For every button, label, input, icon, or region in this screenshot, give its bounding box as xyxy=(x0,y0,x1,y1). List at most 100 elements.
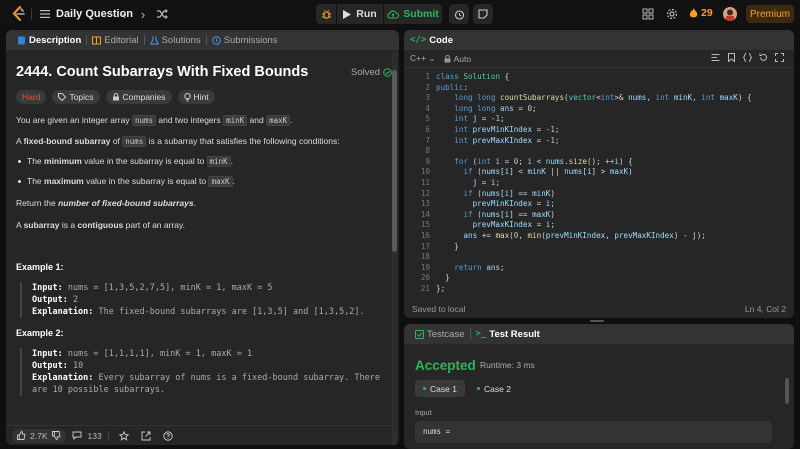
line-number: 7 xyxy=(425,135,430,145)
cloud-upload-icon xyxy=(387,9,400,19)
premium-button[interactable]: Premium xyxy=(746,5,794,23)
star-icon[interactable] xyxy=(118,430,129,441)
case-label: Case 1 xyxy=(430,383,457,394)
line-number: 17 xyxy=(420,241,430,251)
hint-chip[interactable]: Hint xyxy=(177,90,215,104)
code-line[interactable]: ans += max(0, min(prevMinKIndex, prevMax… xyxy=(436,231,705,242)
topics-chip[interactable]: Topics xyxy=(52,90,100,104)
user-avatar[interactable] xyxy=(723,7,737,21)
tab-code[interactable]: </> Code xyxy=(410,35,453,46)
play-icon xyxy=(343,9,352,19)
line-number: 10 xyxy=(420,167,430,177)
description-tabs: Description Editorial Solutions Submissi… xyxy=(6,30,399,50)
code-line[interactable]: if (nums[i] == minK) xyxy=(436,189,555,200)
tab-label: Testcase xyxy=(427,328,465,340)
line-number: 3 xyxy=(425,93,430,103)
submit-button[interactable]: Submit xyxy=(384,4,442,24)
divider xyxy=(31,8,32,20)
settings-gear-icon[interactable] xyxy=(666,8,678,20)
result-scrollbar[interactable] xyxy=(785,346,789,446)
notes-button[interactable] xyxy=(473,4,493,24)
thumbs-down-icon[interactable] xyxy=(51,431,61,440)
code-line[interactable]: if (nums[i] < minK || nums[i] > maxK) xyxy=(436,167,632,178)
code-line[interactable]: j = i; xyxy=(436,178,500,189)
tab-description[interactable]: Description xyxy=(12,30,86,50)
comment-count[interactable]: 133 xyxy=(88,431,102,441)
code-line[interactable]: prevMaxKIndex = i; xyxy=(436,220,555,231)
code-line[interactable]: class Solution { xyxy=(436,72,509,83)
statement-paragraph: A fixed-bound subarray of nums is a suba… xyxy=(16,136,340,147)
code-line[interactable]: int prevMaxKIndex = -1; xyxy=(436,136,559,147)
line-number: 8 xyxy=(425,146,430,156)
timer-button[interactable] xyxy=(449,4,469,24)
code-line[interactable]: int prevMinKIndex = -1; xyxy=(436,125,559,136)
scrollbar-thumb[interactable] xyxy=(785,378,789,404)
inline-code: nums xyxy=(122,136,147,147)
chip-label: Topics xyxy=(69,92,94,102)
debug-button[interactable] xyxy=(316,4,336,24)
cursor-position: Ln 4, Col 2 xyxy=(744,304,786,314)
solved-label: Solved xyxy=(351,67,381,78)
line-number: 21 xyxy=(420,284,430,293)
reset-icon[interactable] xyxy=(759,53,768,62)
code-line[interactable]: }; xyxy=(436,284,445,295)
daily-streak[interactable]: 29 xyxy=(689,7,713,19)
thumbs-up-icon[interactable] xyxy=(17,431,26,440)
example-block: Input: nums = [1,1,1,1], minK = 1, maxK … xyxy=(20,348,390,396)
code-editor[interactable]: 1 class Solution { 2 public: 3 long long cou… xyxy=(404,70,794,298)
fire-icon xyxy=(689,7,698,17)
leetcode-logo-icon[interactable] xyxy=(11,6,26,22)
tab-solutions[interactable]: Solutions xyxy=(145,30,206,50)
line-number: 1 xyxy=(425,72,430,81)
submit-label: Submit xyxy=(403,8,439,20)
panel-resize-handle[interactable] xyxy=(590,320,604,322)
tab-testcase[interactable]: Testcase xyxy=(410,324,470,344)
example-title: Example 2: xyxy=(16,328,64,338)
problem-title[interactable]: 2444. Count Subarrays With Fixed Bounds xyxy=(16,64,308,80)
code-line[interactable]: } xyxy=(436,273,450,284)
condition-item: The maximum value in the subarray is equ… xyxy=(18,176,235,187)
problem-list-icon[interactable] xyxy=(40,9,50,19)
statement-paragraph: Return the number of fixed-bound subarra… xyxy=(16,198,196,208)
code-line[interactable]: return ans; xyxy=(436,263,504,274)
layout-grid-icon[interactable] xyxy=(642,8,654,20)
description-scrollbar[interactable] xyxy=(392,52,397,445)
book-icon xyxy=(92,36,102,44)
pass-dot xyxy=(423,387,426,390)
code-line[interactable]: long long ans = 0; xyxy=(436,104,536,115)
scrollbar-thumb[interactable] xyxy=(392,70,397,252)
code-line[interactable]: } xyxy=(436,242,459,253)
tab-label: Solutions xyxy=(161,34,201,46)
alarm-clock-icon xyxy=(454,9,464,20)
comment-icon[interactable] xyxy=(72,431,82,440)
bookmark-icon[interactable] xyxy=(727,53,736,62)
braces-icon[interactable] xyxy=(743,53,752,62)
share-icon[interactable] xyxy=(141,431,151,441)
code-line[interactable]: public: xyxy=(436,83,468,94)
example-title: Example 1: xyxy=(16,262,64,272)
auto-mode-toggle[interactable]: Auto xyxy=(444,54,471,64)
language-select[interactable]: C++ ⌄ xyxy=(410,53,436,64)
expand-icon[interactable] xyxy=(775,53,784,62)
prev-problem-icon[interactable]: ‹ xyxy=(117,7,131,22)
code-line[interactable]: int j = -1; xyxy=(436,114,504,125)
next-problem-icon[interactable]: › xyxy=(136,7,150,22)
code-line[interactable]: for (int i = 0; i < nums.size(); ++i) { xyxy=(436,157,632,168)
input-label: Input xyxy=(415,408,432,417)
code-line[interactable]: prevMinKIndex = i; xyxy=(436,199,555,210)
case-tab-2[interactable]: Case 2 xyxy=(469,380,519,397)
tab-label: Code xyxy=(429,34,454,46)
format-icon[interactable] xyxy=(711,53,720,62)
shuffle-icon[interactable] xyxy=(156,8,168,20)
tab-editorial[interactable]: Editorial xyxy=(87,30,143,50)
code-line[interactable]: if (nums[i] == maxK) xyxy=(436,210,555,221)
tab-test-result[interactable]: >_ Test Result xyxy=(471,324,545,344)
companies-chip[interactable]: Companies xyxy=(105,90,172,104)
help-icon[interactable] xyxy=(163,430,173,441)
case-tab-1[interactable]: Case 1 xyxy=(415,380,465,397)
line-number: 2 xyxy=(425,82,430,92)
code-line[interactable]: long long countSubarrays(vector<int>& nu… xyxy=(436,93,751,104)
tab-submissions[interactable]: Submissions xyxy=(207,30,283,50)
run-button[interactable]: Run xyxy=(337,4,383,24)
document-icon xyxy=(18,36,25,44)
